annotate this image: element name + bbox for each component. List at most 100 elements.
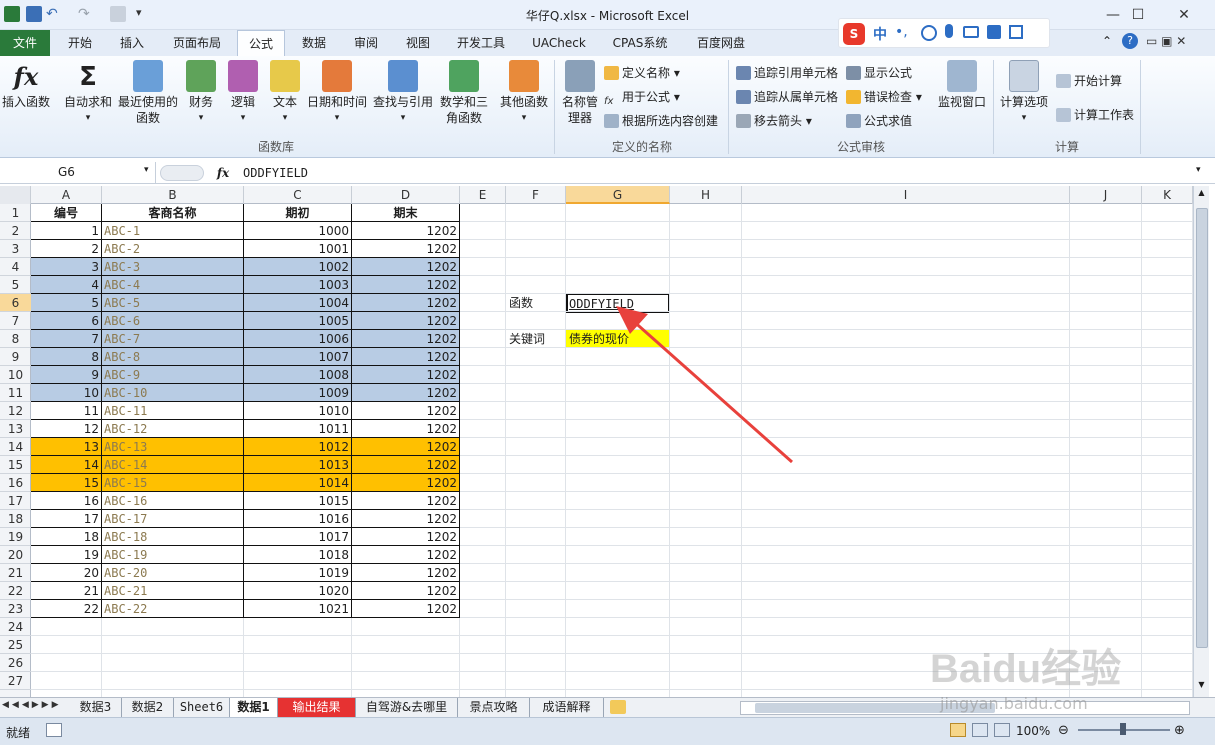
- sheet-tab-6[interactable]: 自驾游&去哪里: [356, 698, 458, 717]
- calc-options-button[interactable]: 计算选项 ▾: [996, 60, 1052, 126]
- table-cell[interactable]: 1202: [352, 258, 460, 276]
- row-header[interactable]: 14: [0, 438, 31, 456]
- table-cell[interactable]: 21: [31, 582, 102, 600]
- table-cell[interactable]: 1202: [352, 348, 460, 366]
- tab-page-layout[interactable]: 页面布局: [164, 30, 230, 56]
- skin-icon[interactable]: [987, 25, 1001, 39]
- table-cell[interactable]: ABC-4: [102, 276, 244, 294]
- row-header[interactable]: 3: [0, 240, 31, 258]
- cell-F8[interactable]: 关键词: [509, 330, 567, 348]
- table-cell[interactable]: 1009: [244, 384, 352, 402]
- row-header[interactable]: 27: [0, 672, 31, 690]
- help-icon[interactable]: ?: [1122, 33, 1138, 49]
- table-cell[interactable]: 3: [31, 258, 102, 276]
- watch-window-button[interactable]: 监视窗口: [934, 60, 990, 110]
- insert-sheet-icon[interactable]: [610, 700, 626, 714]
- ime-mode[interactable]: 中: [873, 24, 887, 44]
- table-cell[interactable]: 1016: [244, 510, 352, 528]
- tab-data[interactable]: 数据: [292, 30, 336, 56]
- table-cell[interactable]: ABC-13: [102, 438, 244, 456]
- table-cell[interactable]: ABC-5: [102, 294, 244, 312]
- row-header[interactable]: 17: [0, 492, 31, 510]
- sheet-tab-3[interactable]: Sheet6: [174, 698, 230, 717]
- row-header[interactable]: 25: [0, 636, 31, 654]
- table-cell[interactable]: 14: [31, 456, 102, 474]
- table-cell[interactable]: 1020: [244, 582, 352, 600]
- table-cell[interactable]: 1014: [244, 474, 352, 492]
- logical-button[interactable]: 逻辑 ▾: [226, 60, 260, 126]
- column-header-C[interactable]: C: [244, 186, 352, 204]
- tab-formulas[interactable]: 公式: [237, 30, 285, 56]
- insert-function-button[interactable]: fx 插入函数: [0, 60, 52, 110]
- define-name-button[interactable]: 定义名称 ▾: [604, 64, 680, 82]
- row-header[interactable]: 1: [0, 204, 31, 222]
- table-cell[interactable]: 1013: [244, 456, 352, 474]
- trace-precedents-button[interactable]: 追踪引用单元格: [736, 64, 838, 82]
- table-cell[interactable]: ABC-6: [102, 312, 244, 330]
- sheet-tab-1[interactable]: 数据3: [70, 698, 122, 717]
- table-cell[interactable]: 1202: [352, 312, 460, 330]
- row-header[interactable]: 13: [0, 420, 31, 438]
- recently-used-button[interactable]: 最近使用的函数: [118, 60, 178, 126]
- column-header-A[interactable]: A: [31, 186, 102, 204]
- autosum-button[interactable]: Σ 自动求和 ▾: [60, 60, 116, 126]
- cell-F6[interactable]: 函数: [509, 294, 567, 312]
- zoom-slider-handle[interactable]: [1120, 723, 1126, 735]
- column-header-K[interactable]: K: [1142, 186, 1193, 204]
- row-header[interactable]: 16: [0, 474, 31, 492]
- column-header-F[interactable]: F: [506, 186, 566, 204]
- table-cell[interactable]: ABC-3: [102, 258, 244, 276]
- table-cell[interactable]: 1202: [352, 528, 460, 546]
- close-button[interactable]: ✕: [1161, 0, 1207, 30]
- table-cell[interactable]: 1202: [352, 240, 460, 258]
- table-cell[interactable]: ABC-10: [102, 384, 244, 402]
- trace-dependents-button[interactable]: 追踪从属单元格: [736, 88, 838, 106]
- table-cell[interactable]: ABC-11: [102, 402, 244, 420]
- table-cell[interactable]: 1004: [244, 294, 352, 312]
- text-button[interactable]: 文本 ▾: [268, 60, 302, 126]
- table-cell[interactable]: 1202: [352, 222, 460, 240]
- table-cell[interactable]: 1005: [244, 312, 352, 330]
- use-in-formula-button[interactable]: fx 用于公式 ▾: [604, 88, 680, 107]
- table-cell[interactable]: 10: [31, 384, 102, 402]
- formula-input[interactable]: ODDFYIELD: [243, 162, 308, 184]
- table-cell[interactable]: ABC-15: [102, 474, 244, 492]
- error-checking-button[interactable]: 错误检查 ▾: [846, 88, 922, 106]
- table-cell[interactable]: ABC-20: [102, 564, 244, 582]
- row-header[interactable]: 20: [0, 546, 31, 564]
- normal-view-icon[interactable]: [950, 723, 966, 737]
- row-header[interactable]: 24: [0, 618, 31, 636]
- lookup-button[interactable]: 查找与引用 ▾: [372, 60, 434, 126]
- table-cell[interactable]: ABC-19: [102, 546, 244, 564]
- table-cell[interactable]: 19: [31, 546, 102, 564]
- table-header-cell[interactable]: 客商名称: [102, 204, 244, 222]
- expand-formula-bar-icon[interactable]: ▾: [1196, 165, 1201, 175]
- emoji-icon[interactable]: [921, 25, 937, 41]
- column-header-G[interactable]: G: [566, 186, 670, 204]
- tab-baidu-netdisk[interactable]: 百度网盘: [688, 30, 754, 56]
- table-cell[interactable]: ABC-12: [102, 420, 244, 438]
- row-header[interactable]: 26: [0, 654, 31, 672]
- table-cell[interactable]: 20: [31, 564, 102, 582]
- table-cell[interactable]: ABC-14: [102, 456, 244, 474]
- table-cell[interactable]: 1202: [352, 600, 460, 618]
- table-cell[interactable]: ABC-22: [102, 600, 244, 618]
- financial-button[interactable]: 财务 ▾: [184, 60, 218, 126]
- table-cell[interactable]: 1202: [352, 438, 460, 456]
- page-break-view-icon[interactable]: [994, 723, 1010, 737]
- row-header[interactable]: 10: [0, 366, 31, 384]
- table-cell[interactable]: 2: [31, 240, 102, 258]
- table-cell[interactable]: 1202: [352, 420, 460, 438]
- sheet-tab-2[interactable]: 数据2: [122, 698, 174, 717]
- table-cell[interactable]: 12: [31, 420, 102, 438]
- row-header[interactable]: 9: [0, 348, 31, 366]
- column-header-B[interactable]: B: [102, 186, 244, 204]
- scroll-up-icon[interactable]: ▲: [1195, 188, 1208, 200]
- tab-home[interactable]: 开始: [58, 30, 102, 56]
- table-cell[interactable]: 1001: [244, 240, 352, 258]
- scroll-thumb[interactable]: [1196, 208, 1208, 648]
- zoom-in-icon[interactable]: ⊕: [1174, 723, 1185, 738]
- table-cell[interactable]: 1202: [352, 384, 460, 402]
- column-header-I[interactable]: I: [742, 186, 1070, 204]
- sheet-tab-8[interactable]: 成语解释: [530, 698, 604, 717]
